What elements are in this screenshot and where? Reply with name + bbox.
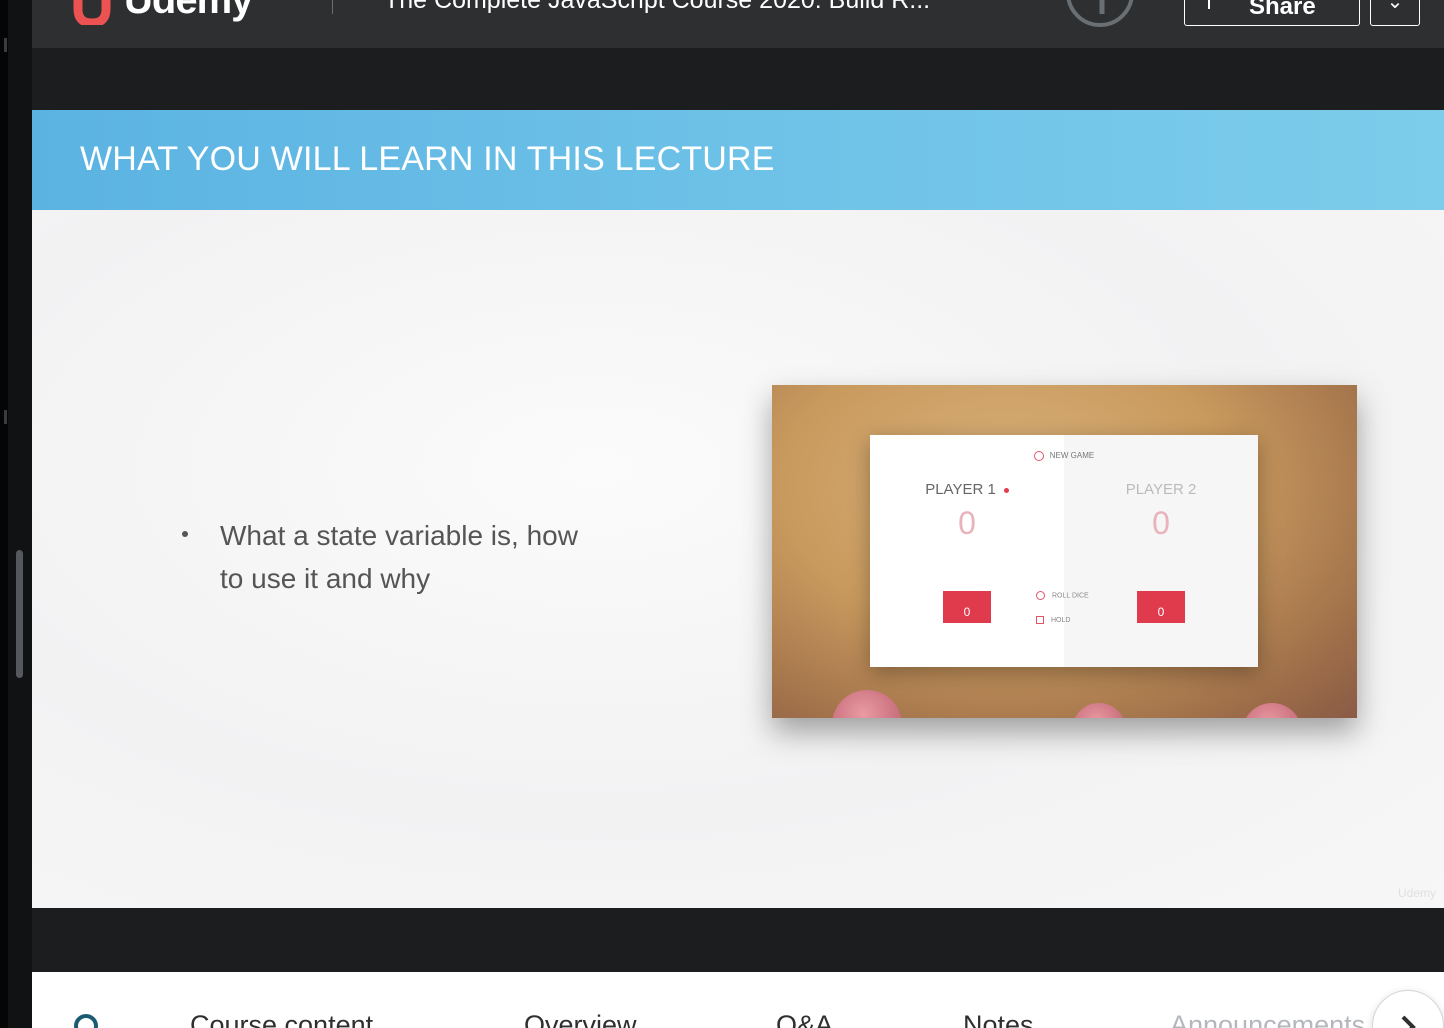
- game-panel: NEW GAME PLAYER 1 PLAYER 2 0 0 0 0 ROLL …: [870, 435, 1258, 667]
- edge-mark: [4, 38, 7, 52]
- course-tabs: Course content Overview Q&A Notes Announ…: [32, 972, 1444, 1028]
- player-2-current: 0: [1137, 591, 1185, 623]
- plus-circle-icon: [1033, 451, 1044, 461]
- raspberry-image: [1072, 703, 1126, 718]
- hold-button: HOLD: [1036, 616, 1070, 624]
- udemy-watermark: Udemy: [1397, 886, 1436, 900]
- hold-label: HOLD: [1051, 616, 1071, 624]
- tab-qa[interactable]: Q&A: [776, 1010, 833, 1028]
- hold-icon: [1036, 616, 1044, 624]
- chevron-right-icon: [1401, 1015, 1416, 1028]
- dice-icon: [1036, 591, 1045, 600]
- share-button-label: Share: [1249, 0, 1316, 20]
- course-title[interactable]: The Complete JavaScript Course 2020: Bui…: [384, 0, 930, 15]
- search-icon[interactable]: [72, 1012, 102, 1028]
- window-edge: [0, 0, 8, 1028]
- tab-overview[interactable]: Overview: [524, 1010, 637, 1028]
- player-1-name-text: PLAYER 1: [925, 481, 996, 498]
- player-2-panel: [1064, 435, 1258, 667]
- lecture-slide: WHAT YOU WILL LEARN IN THIS LECTURE What…: [32, 110, 1444, 908]
- slide-title: WHAT YOU WILL LEARN IN THIS LECTURE: [80, 140, 775, 178]
- desktop-left-strip: [0, 0, 32, 1028]
- video-player[interactable]: WHAT YOU WILL LEARN IN THIS LECTURE What…: [32, 48, 1444, 972]
- raspberry-image: [832, 690, 902, 718]
- udemy-logo[interactable]: Udemy: [72, 0, 253, 26]
- tab-course-content[interactable]: Course content: [190, 1010, 373, 1028]
- edge-mark: [4, 410, 7, 424]
- app-window: Udemy The Complete JavaScript Course 202…: [0, 0, 1444, 1028]
- active-player-dot: [1003, 487, 1009, 493]
- new-game-button: NEW GAME: [870, 451, 1258, 461]
- share-icon: [1208, 0, 1210, 9]
- player-1-name: PLAYER 1: [870, 481, 1064, 498]
- roll-dice-label: ROLL DICE: [1052, 592, 1089, 600]
- slide-bullet: What a state variable is, how to use it …: [182, 514, 602, 600]
- header-divider: [332, 0, 333, 14]
- tabs-scroll-next-button[interactable]: [1372, 990, 1444, 1028]
- share-button[interactable]: Share: [1184, 0, 1360, 26]
- player-1-score: 0: [958, 505, 976, 541]
- more-options-button[interactable]: ⌄: [1370, 0, 1420, 26]
- pig-game-screenshot: NEW GAME PLAYER 1 PLAYER 2 0 0 0 0 ROLL …: [772, 385, 1357, 718]
- progress-ring-icon[interactable]: [1064, 0, 1136, 28]
- course-header: Udemy The Complete JavaScript Course 202…: [32, 0, 1444, 48]
- chevron-down-icon: ⌄: [1386, 0, 1404, 13]
- player-2-score: 0: [1152, 505, 1170, 541]
- tab-announcements[interactable]: Announcements: [1170, 1010, 1365, 1028]
- slide-banner: WHAT YOU WILL LEARN IN THIS LECTURE: [32, 110, 1444, 210]
- bullet-dot: [182, 531, 188, 537]
- bullet-text: What a state variable is, how to use it …: [220, 520, 578, 594]
- side-scrollbar[interactable]: [16, 550, 23, 678]
- brand-name: Udemy: [124, 0, 253, 23]
- tab-notes[interactable]: Notes: [963, 1010, 1034, 1028]
- roll-dice-button: ROLL DICE: [1036, 591, 1089, 600]
- raspberry-image: [1242, 703, 1302, 718]
- udemy-logo-icon: [73, 0, 111, 25]
- new-game-label: NEW GAME: [1049, 451, 1095, 461]
- player-1-current: 0: [943, 591, 991, 623]
- player-2-name: PLAYER 2: [1125, 481, 1197, 498]
